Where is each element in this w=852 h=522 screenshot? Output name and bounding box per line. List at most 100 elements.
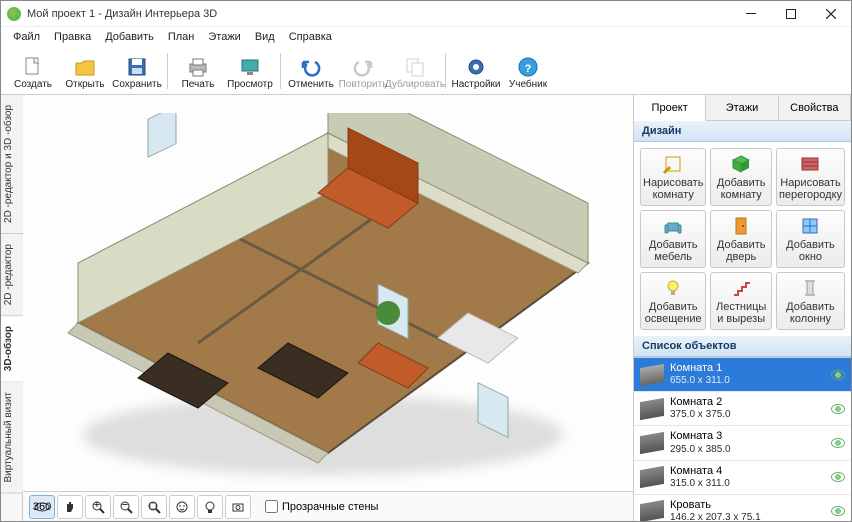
- pan-button[interactable]: [57, 495, 83, 519]
- tab-project[interactable]: Проект: [634, 95, 706, 121]
- tab-virtual-visit[interactable]: Виртуальный визит: [1, 382, 23, 494]
- menu-edit[interactable]: Правка: [48, 29, 97, 45]
- face-view-button[interactable]: [169, 495, 195, 519]
- window-icon: [799, 215, 821, 237]
- menu-plan[interactable]: План: [162, 29, 201, 45]
- zoom-in-button[interactable]: +: [85, 495, 111, 519]
- app-icon: [7, 7, 21, 21]
- svg-text:+: +: [94, 500, 100, 511]
- list-item[interactable]: Комната 4315.0 x 311.0: [634, 461, 851, 495]
- settings-button[interactable]: Настройки: [450, 49, 502, 93]
- design-grid: Нарисовать комнату Добавить комнату Нари…: [634, 142, 851, 336]
- redo-button[interactable]: Повторить: [337, 49, 389, 93]
- tutorial-button[interactable]: ?Учебник: [502, 49, 554, 93]
- svg-text:−: −: [122, 500, 128, 511]
- list-item[interactable]: Комната 3295.0 x 385.0: [634, 426, 851, 460]
- tab-2d[interactable]: 2D -редактор: [1, 234, 23, 316]
- furniture-icon: [640, 500, 664, 521]
- maximize-button[interactable]: [771, 1, 811, 27]
- camera-button[interactable]: [225, 495, 251, 519]
- right-panel: Проект Этажи Свойства Дизайн Нарисовать …: [633, 95, 851, 521]
- draw-partition-button[interactable]: Нарисовать перегородку: [776, 148, 845, 206]
- right-tabs: Проект Этажи Свойства: [634, 95, 851, 121]
- room-icon: [640, 363, 664, 385]
- tab-floors[interactable]: Этажи: [706, 95, 778, 120]
- window-title: Мой проект 1 - Дизайн Интерьера 3D: [27, 8, 217, 20]
- folder-open-icon: [74, 56, 96, 78]
- menu-floors[interactable]: Этажи: [202, 29, 246, 45]
- zoom-out-icon: −: [119, 500, 133, 514]
- svg-text:?: ?: [525, 63, 532, 75]
- add-column-button[interactable]: Добавить колонну: [776, 272, 845, 330]
- redo-icon: [352, 56, 374, 78]
- lightbulb-icon: [662, 277, 684, 299]
- gear-icon: [465, 56, 487, 78]
- duplicate-icon: [404, 56, 426, 78]
- titlebar: Мой проект 1 - Дизайн Интерьера 3D: [1, 1, 851, 27]
- visibility-icon[interactable]: [831, 438, 845, 448]
- stairs-button[interactable]: Лестницы и вырезы: [710, 272, 772, 330]
- pencil-room-icon: [662, 153, 684, 175]
- list-item[interactable]: Комната 2375.0 x 375.0: [634, 392, 851, 426]
- design-section-header: Дизайн: [634, 121, 851, 142]
- zoom-out-button[interactable]: −: [113, 495, 139, 519]
- visibility-icon[interactable]: [831, 370, 845, 380]
- add-furniture-button[interactable]: Добавить мебель: [640, 210, 706, 268]
- menu-add[interactable]: Добавить: [99, 29, 160, 45]
- duplicate-button[interactable]: Дублировать: [389, 49, 441, 93]
- cube-plus-icon: [730, 153, 752, 175]
- create-button[interactable]: Создать: [7, 49, 59, 93]
- list-item[interactable]: Кровать146.2 x 207.3 x 75.1: [634, 495, 851, 521]
- orbit-360-button[interactable]: 360: [29, 495, 55, 519]
- transparent-walls-input[interactable]: [265, 500, 278, 513]
- list-item[interactable]: Комната 1655.0 x 311.0: [634, 358, 851, 392]
- save-icon: [126, 56, 148, 78]
- save-button[interactable]: Сохранить: [111, 49, 163, 93]
- minimize-button[interactable]: [731, 1, 771, 27]
- bulb-icon: [203, 500, 217, 514]
- room-icon: [640, 398, 664, 420]
- visibility-icon[interactable]: [831, 472, 845, 482]
- door-icon: [730, 215, 752, 237]
- camera-icon: [231, 500, 245, 514]
- print-button[interactable]: Печать: [172, 49, 224, 93]
- light-toggle-button[interactable]: [197, 495, 223, 519]
- column-icon: [799, 277, 821, 299]
- tab-2d-3d[interactable]: 2D -редактор и 3D -обзор: [1, 95, 23, 234]
- preview-button[interactable]: Просмотр: [224, 49, 276, 93]
- undo-icon: [300, 56, 322, 78]
- stairs-icon: [730, 277, 752, 299]
- add-room-button[interactable]: Добавить комнату: [710, 148, 772, 206]
- visibility-icon[interactable]: [831, 506, 845, 516]
- printer-icon: [187, 56, 209, 78]
- menubar: Файл Правка Добавить План Этажи Вид Спра…: [1, 27, 851, 47]
- tab-3d[interactable]: 3D-обзор: [1, 316, 23, 382]
- transparent-walls-checkbox[interactable]: Прозрачные стены: [265, 500, 378, 513]
- svg-text:360: 360: [33, 501, 51, 513]
- add-door-button[interactable]: Добавить дверь: [710, 210, 772, 268]
- room-icon: [640, 466, 664, 488]
- menu-view[interactable]: Вид: [249, 29, 281, 45]
- menu-file[interactable]: Файл: [7, 29, 46, 45]
- zoom-fit-button[interactable]: [141, 495, 167, 519]
- brick-wall-icon: [799, 153, 821, 175]
- floorplan-rendering: [48, 113, 608, 473]
- orbit-icon: 360: [33, 500, 51, 514]
- help-icon: ?: [517, 56, 539, 78]
- add-light-button[interactable]: Добавить освещение: [640, 272, 706, 330]
- add-window-button[interactable]: Добавить окно: [776, 210, 845, 268]
- object-list[interactable]: Комната 1655.0 x 311.0 Комната 2375.0 x …: [634, 357, 851, 521]
- tab-properties[interactable]: Свойства: [779, 95, 851, 120]
- visibility-icon[interactable]: [831, 404, 845, 414]
- new-file-icon: [22, 56, 44, 78]
- view-toolbar: 360 + − Прозрачные стены: [23, 491, 633, 521]
- zoom-in-icon: +: [91, 500, 105, 514]
- hand-icon: [63, 500, 77, 514]
- open-button[interactable]: Открыть: [59, 49, 111, 93]
- undo-button[interactable]: Отменить: [285, 49, 337, 93]
- menu-help[interactable]: Справка: [283, 29, 338, 45]
- close-button[interactable]: [811, 1, 851, 27]
- objects-section-header: Список объектов: [634, 336, 851, 357]
- viewport-3d[interactable]: [23, 95, 633, 491]
- draw-room-button[interactable]: Нарисовать комнату: [640, 148, 706, 206]
